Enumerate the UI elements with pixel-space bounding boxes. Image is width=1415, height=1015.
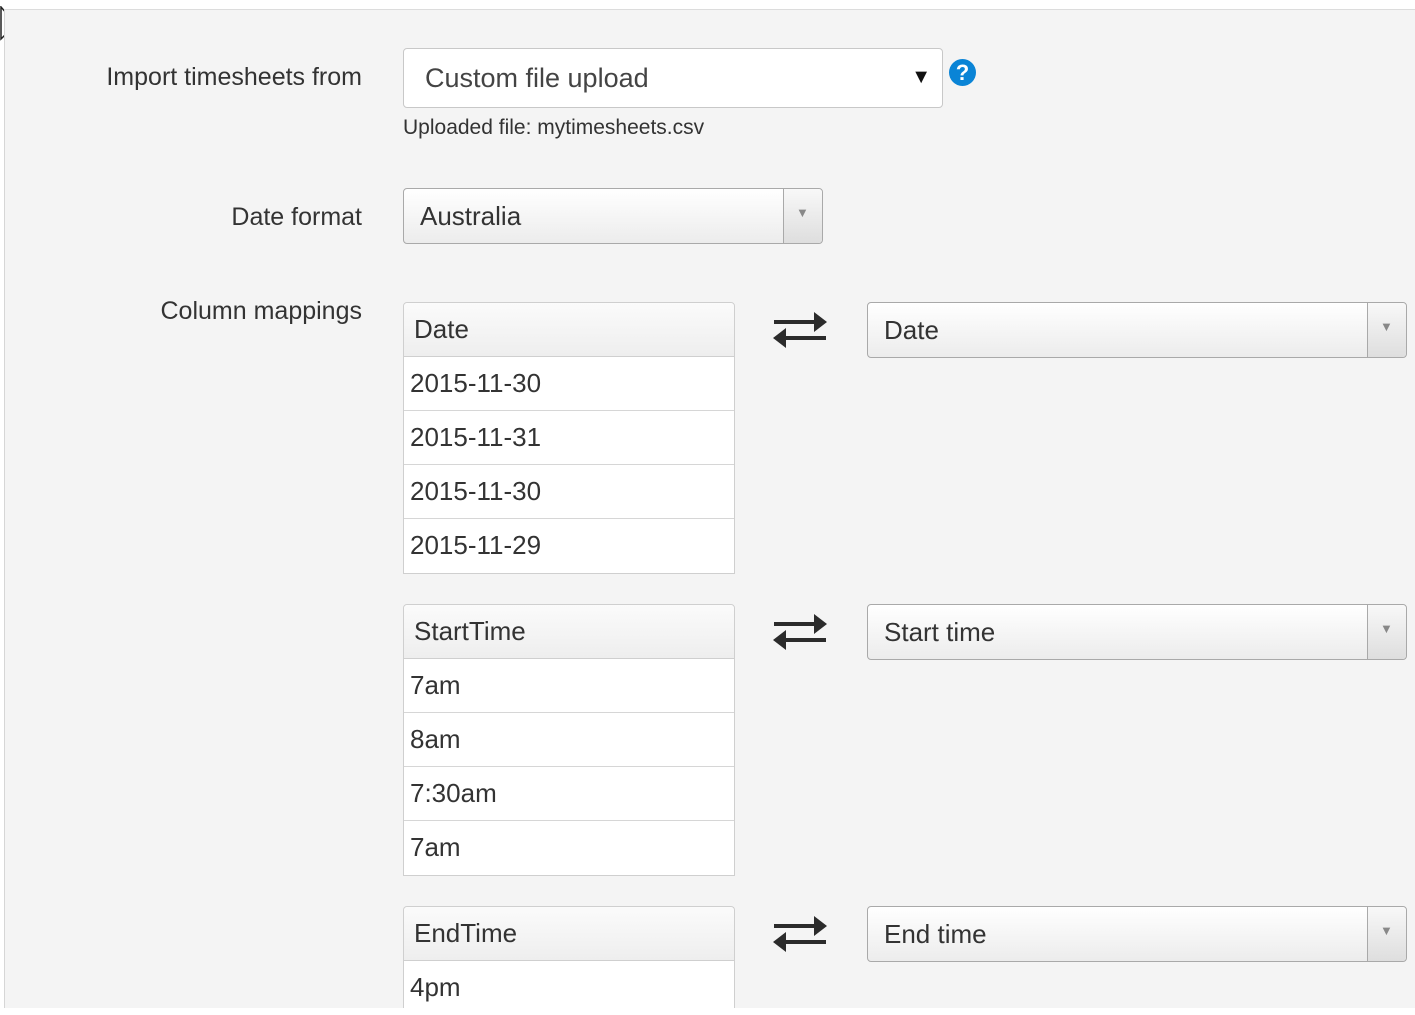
chevron-down-icon: ▼ bbox=[1380, 923, 1393, 938]
source-column-value: 2015-11-31 bbox=[404, 411, 734, 465]
date-format-select[interactable]: Australia ▼ bbox=[403, 188, 823, 244]
swap-arrows-icon bbox=[773, 614, 827, 650]
swap-arrows-icon bbox=[773, 916, 827, 952]
source-column-header: Date bbox=[404, 303, 734, 357]
source-column-header: EndTime bbox=[404, 907, 734, 961]
source-column-value: 2015-11-30 bbox=[404, 357, 734, 411]
source-column-value: 2015-11-30 bbox=[404, 465, 734, 519]
swap-arrows-icon bbox=[773, 312, 827, 348]
target-field-dropdown-button[interactable]: ▼ bbox=[1367, 303, 1406, 357]
date-format-label: Date format bbox=[231, 203, 362, 231]
target-field-value: Start time bbox=[884, 617, 996, 647]
source-column-date: Date 2015-11-30 2015-11-31 2015-11-30 20… bbox=[403, 302, 735, 574]
dropdown-arrow-icon: ▼ bbox=[911, 66, 931, 88]
target-field-select-date[interactable]: Date ▼ bbox=[867, 302, 1407, 358]
source-column-header: StartTime bbox=[404, 605, 734, 659]
date-format-dropdown-button[interactable]: ▼ bbox=[783, 189, 822, 243]
target-field-select-end-time[interactable]: End time ▼ bbox=[867, 906, 1407, 962]
target-field-select-start-time[interactable]: Start time ▼ bbox=[867, 604, 1407, 660]
target-field-dropdown-button[interactable]: ▼ bbox=[1367, 605, 1406, 659]
target-field-value: End time bbox=[884, 919, 987, 949]
date-format-value: Australia bbox=[420, 201, 522, 231]
source-column-endtime: EndTime 4pm bbox=[403, 906, 735, 1008]
chevron-down-icon: ▼ bbox=[1380, 621, 1393, 636]
target-field-value: Date bbox=[884, 315, 939, 345]
import-source-value: Custom file upload bbox=[425, 63, 649, 93]
import-source-select[interactable]: Custom file upload ▼ bbox=[403, 48, 943, 108]
source-column-value: 8am bbox=[404, 713, 734, 767]
target-field-dropdown-button[interactable]: ▼ bbox=[1367, 907, 1406, 961]
source-column-value: 7:30am bbox=[404, 767, 734, 821]
source-column-value: 2015-11-29 bbox=[410, 530, 542, 560]
chevron-down-icon: ▼ bbox=[1380, 319, 1393, 334]
uploaded-file-text: Uploaded file: mytimesheets.csv bbox=[403, 116, 705, 139]
chevron-down-icon: ▼ bbox=[796, 205, 809, 220]
help-icon[interactable]: ? bbox=[949, 59, 976, 86]
source-column-value: 4pm bbox=[410, 972, 461, 1002]
source-column-value: 7am bbox=[410, 832, 461, 862]
source-column-starttime: StartTime 7am 8am 7:30am 7am bbox=[403, 604, 735, 876]
import-source-label: Import timesheets from bbox=[106, 63, 362, 91]
column-mappings-label: Column mappings bbox=[160, 297, 363, 325]
source-column-value: 7am bbox=[404, 659, 734, 713]
